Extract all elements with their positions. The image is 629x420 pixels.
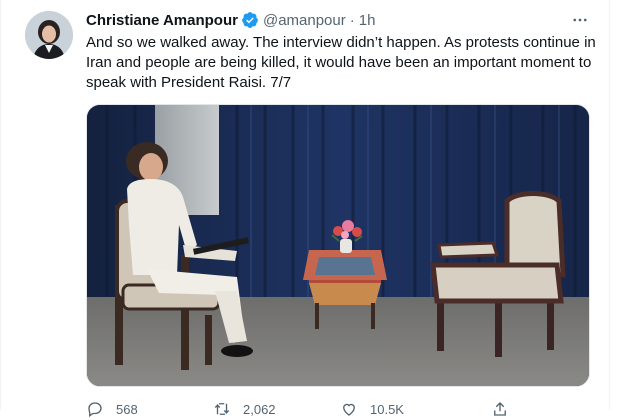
more-options-icon — [573, 18, 587, 22]
tweet-text: And so we walked away. The interview did… — [86, 34, 596, 91]
retweet-icon — [213, 400, 231, 418]
retweet-count: 2,062 — [243, 401, 276, 417]
header-separator: · — [349, 11, 355, 29]
more-options-button[interactable] — [569, 10, 591, 30]
tweet[interactable]: Christiane Amanpour @amanpour · 1h And s… — [0, 0, 629, 418]
reply-icon — [86, 400, 104, 418]
retweet-button[interactable]: 2,062 — [213, 400, 276, 418]
reply-button[interactable]: 568 — [86, 400, 138, 418]
verified-badge-icon — [241, 11, 259, 29]
author-name[interactable]: Christiane Amanpour — [86, 12, 238, 29]
author-avatar[interactable] — [25, 11, 73, 59]
author-handle[interactable]: @amanpour — [263, 12, 346, 29]
tweet-timestamp[interactable]: 1h — [359, 12, 376, 29]
tweet-header: Christiane Amanpour @amanpour · 1h — [86, 10, 375, 30]
share-icon — [491, 400, 509, 418]
tweet-actions: 568 2,062 10.5K — [86, 400, 516, 420]
heart-icon — [340, 400, 358, 418]
like-count: 10.5K — [370, 401, 404, 417]
reply-count: 568 — [116, 401, 138, 417]
tweet-media-photo[interactable] — [86, 104, 590, 387]
avatar-photo — [25, 11, 73, 59]
interview-room-photo — [87, 105, 589, 386]
share-button[interactable] — [491, 400, 509, 418]
like-button[interactable]: 10.5K — [340, 400, 404, 418]
